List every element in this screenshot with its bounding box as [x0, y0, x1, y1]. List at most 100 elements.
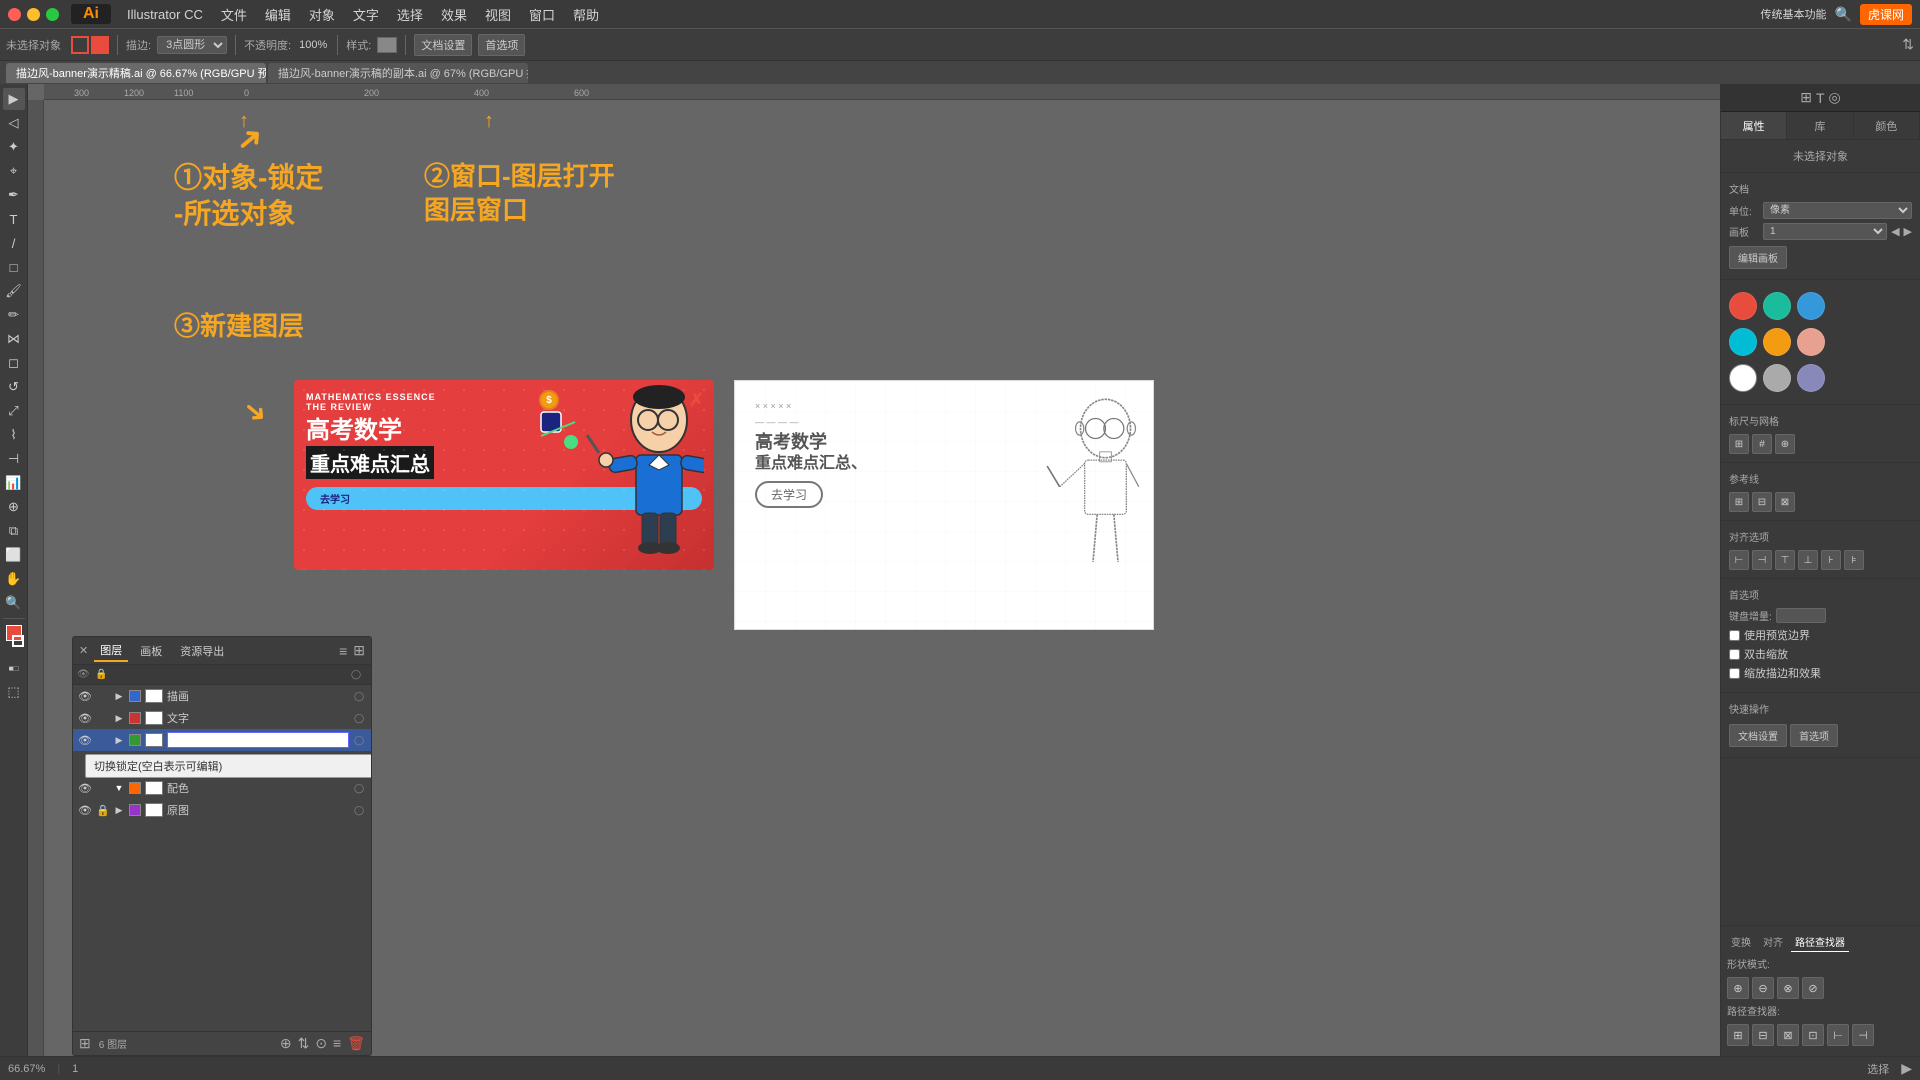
pf-trim-btn[interactable]: ⊟ — [1752, 1024, 1774, 1046]
arrange-icon[interactable]: ⇅ — [1902, 36, 1914, 53]
layers-tab-artboards[interactable]: 画板 — [134, 641, 168, 661]
tool-rotate[interactable]: ↺ — [3, 376, 25, 398]
shape-intersect-btn[interactable]: ⊗ — [1777, 977, 1799, 999]
pf-crop-btn[interactable]: ⊡ — [1802, 1024, 1824, 1046]
layer-row-text[interactable]: 👁 ▶ 文字 ◯ — [73, 707, 371, 729]
layer-palette-expand[interactable]: ▼ — [113, 783, 125, 793]
tool-select[interactable]: ▶ — [3, 88, 25, 110]
play-btn[interactable]: ▶ — [1901, 1060, 1912, 1077]
tool-scale[interactable]: ⤢ — [3, 400, 25, 422]
snap-btn-4[interactable]: ⊥ — [1798, 550, 1818, 570]
panel-tab-color[interactable]: 颜色 — [1854, 112, 1920, 139]
menu-select[interactable]: 选择 — [389, 3, 431, 26]
edit-artboard-btn[interactable]: 编辑画板 — [1729, 246, 1787, 269]
nudge-input[interactable]: 1 px — [1776, 608, 1826, 623]
swatch-teal[interactable] — [1763, 292, 1791, 320]
layer-text-name[interactable]: 文字 — [167, 710, 349, 726]
preferences-btn[interactable]: 首选项 — [478, 34, 525, 56]
delete-layer-btn[interactable]: 🗑 — [347, 1035, 365, 1052]
artboard-left-btn[interactable]: ◀ — [1891, 225, 1899, 238]
tool-direct-select[interactable]: ◁ — [3, 112, 25, 134]
artboard-right-btn[interactable]: ▶ — [1904, 225, 1912, 238]
layer-text-expand[interactable]: ▶ — [113, 713, 125, 724]
panel-icon-3[interactable]: ◎ — [1829, 89, 1841, 106]
pf-divide-btn[interactable]: ⊞ — [1727, 1024, 1749, 1046]
pf-minus-back-btn[interactable]: ⊣ — [1852, 1024, 1874, 1046]
layer-orig-expand[interactable]: ▶ — [113, 805, 125, 816]
shape-minus-btn[interactable]: ⊖ — [1752, 977, 1774, 999]
stroke-indicator[interactable] — [12, 635, 24, 647]
guide-btn-2[interactable]: ⊟ — [1752, 492, 1772, 512]
double-click-checkbox[interactable] — [1729, 649, 1740, 660]
tool-graph[interactable]: 📊 — [3, 472, 25, 494]
layers-tab-export[interactable]: 资源导出 — [174, 641, 230, 661]
show-options-btn[interactable]: ≡ — [333, 1035, 341, 1052]
snap-btn-3[interactable]: ⊤ — [1775, 550, 1795, 570]
layers-panel-close[interactable]: ✕ — [79, 644, 88, 657]
layer-edit-expand[interactable]: ▶ — [113, 735, 125, 746]
pf-tab-pathfinder[interactable]: 路径查找器 — [1791, 932, 1849, 952]
swatch-gray[interactable] — [1763, 364, 1791, 392]
menu-window[interactable]: 窗口 — [521, 3, 563, 26]
grid-btn[interactable]: # — [1752, 434, 1772, 454]
layer-orig-name[interactable]: 原图 — [167, 802, 349, 818]
quick-prefs-btn[interactable]: 首选项 — [1790, 724, 1838, 747]
tool-line[interactable]: / — [3, 232, 25, 254]
panel-icon-1[interactable]: ⊞ — [1800, 89, 1812, 106]
swatch-white[interactable] — [1729, 364, 1757, 392]
layers-panel-menu[interactable]: ≡ — [339, 643, 347, 659]
snap-btn[interactable]: ⊕ — [1775, 434, 1795, 454]
tool-pen[interactable]: ✒ — [3, 184, 25, 206]
tool-slice[interactable]: ⧉ — [3, 520, 25, 542]
style-box[interactable] — [377, 37, 397, 53]
menu-edit[interactable]: 编辑 — [257, 3, 299, 26]
layer-palette-name[interactable]: 配色 — [167, 780, 349, 796]
stroke-type-select[interactable]: 3点圆形 — [157, 36, 227, 54]
tool-warp[interactable]: ⌇ — [3, 424, 25, 446]
move-layer-btn[interactable]: ⇅ — [298, 1035, 310, 1052]
create-sublayer-btn[interactable]: ⊕ — [280, 1035, 292, 1052]
menu-file[interactable]: 文件 — [213, 3, 255, 26]
shape-unite-btn[interactable]: ⊕ — [1727, 977, 1749, 999]
search-icon[interactable]: 🔍 — [1835, 6, 1852, 23]
layer-draw-expand[interactable]: ▶ — [113, 691, 125, 702]
shape-exclude-btn[interactable]: ⊘ — [1802, 977, 1824, 999]
swatch-blue[interactable] — [1797, 292, 1825, 320]
panel-icon-2[interactable]: T — [1816, 90, 1825, 106]
pf-tab-transform[interactable]: 变换 — [1727, 932, 1755, 952]
menu-type[interactable]: 文字 — [345, 3, 387, 26]
layer-row-draw[interactable]: 👁 ▶ 描画 ◯ — [73, 685, 371, 707]
layers-tab-layers[interactable]: 图层 — [94, 640, 128, 662]
layer-name-input[interactable] — [167, 732, 349, 748]
pf-merge-btn[interactable]: ⊠ — [1777, 1024, 1799, 1046]
tab-1[interactable]: 描边风-banner演示稿的副本.ai @ 67% (RGB/GPU 推览) ✕ — [268, 63, 528, 83]
anti-alias-checkbox[interactable] — [1729, 668, 1740, 679]
unit-select[interactable]: 像素 — [1763, 202, 1912, 219]
tool-blend[interactable]: ⋈ — [3, 328, 25, 350]
layer-edit-eye[interactable]: 👁 — [77, 734, 93, 747]
layer-row-original[interactable]: 👁 🔒 ▶ 原图 ◯ — [73, 799, 371, 821]
guide-btn-1[interactable]: ⊞ — [1729, 492, 1749, 512]
swatch-cyan[interactable] — [1729, 328, 1757, 356]
tool-symbol[interactable]: ⊕ — [3, 496, 25, 518]
snap-btn-2[interactable]: ⊣ — [1752, 550, 1772, 570]
tool-hand[interactable]: ✋ — [3, 568, 25, 590]
panel-tab-properties[interactable]: 属性 — [1721, 112, 1787, 139]
menu-app[interactable]: Illustrator CC — [119, 5, 211, 24]
doc-settings-btn[interactable]: 文档设置 — [414, 34, 472, 56]
close-btn[interactable] — [8, 8, 21, 21]
layer-palette-eye[interactable]: 👁 — [77, 782, 93, 795]
stroke-color-box[interactable] — [71, 36, 89, 54]
tool-width[interactable]: ⊣ — [3, 448, 25, 470]
tool-paintbrush[interactable]: 🖌 — [3, 280, 25, 302]
tool-eraser[interactable]: ◻ — [3, 352, 25, 374]
tool-color-mode[interactable]: ■□ — [3, 657, 25, 679]
layer-orig-eye[interactable]: 👁 — [77, 804, 93, 817]
tool-artboard[interactable]: ⬜ — [3, 544, 25, 566]
snap-btn-6[interactable]: ⊧ — [1844, 550, 1864, 570]
menu-view[interactable]: 视图 — [477, 3, 519, 26]
menu-object[interactable]: 对象 — [301, 3, 343, 26]
tool-pencil[interactable]: ✏ — [3, 304, 25, 326]
menu-effect[interactable]: 效果 — [433, 3, 475, 26]
layer-row-palette[interactable]: 👁 ▼ 配色 ◯ — [73, 777, 371, 799]
